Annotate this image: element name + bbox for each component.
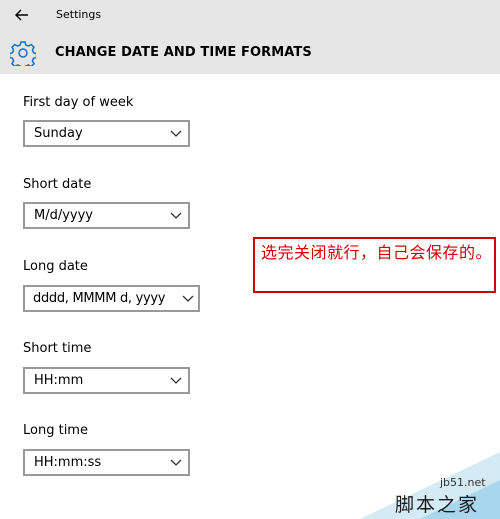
short-date-select[interactable]: M/d/yyyy	[23, 202, 190, 229]
first-day-of-week-value: Sunday	[34, 126, 83, 141]
back-arrow-icon	[15, 9, 28, 21]
chevron-down-icon	[170, 377, 182, 384]
watermark-site-name: 脚本之家	[395, 494, 480, 516]
short-time-select[interactable]: HH:mm	[23, 367, 190, 394]
app-title: Settings	[56, 8, 102, 21]
long-date-value: dddd, MMMM d, yyyy	[33, 291, 166, 306]
first-day-of-week-select[interactable]: Sunday	[23, 120, 190, 147]
short-time-label: Short time	[23, 341, 92, 356]
gear-icon	[10, 41, 36, 66]
long-time-label: Long time	[23, 423, 88, 438]
first-day-of-week-label: First day of week	[23, 95, 134, 110]
long-time-value: HH:mm:ss	[34, 455, 102, 470]
chevron-down-icon	[170, 212, 182, 219]
chevron-down-icon	[170, 130, 182, 137]
short-date-label: Short date	[23, 177, 92, 192]
watermark-url: jb51.net	[440, 476, 486, 489]
page-title: CHANGE DATE AND TIME FORMATS	[55, 45, 312, 60]
chevron-down-icon	[170, 459, 182, 466]
long-date-label: Long date	[23, 259, 88, 274]
chevron-down-icon	[182, 295, 194, 302]
back-button[interactable]	[10, 4, 34, 26]
settings-header: Settings CHANGE DATE AND TIME FORMATS	[0, 0, 500, 74]
annotation-note: 选完关闭就行，自己会保存的。	[253, 237, 496, 293]
short-time-value: HH:mm	[34, 373, 84, 388]
long-time-select[interactable]: HH:mm:ss	[23, 449, 190, 476]
long-date-select[interactable]: dddd, MMMM d, yyyy	[23, 285, 200, 312]
short-date-value: M/d/yyyy	[34, 208, 94, 223]
